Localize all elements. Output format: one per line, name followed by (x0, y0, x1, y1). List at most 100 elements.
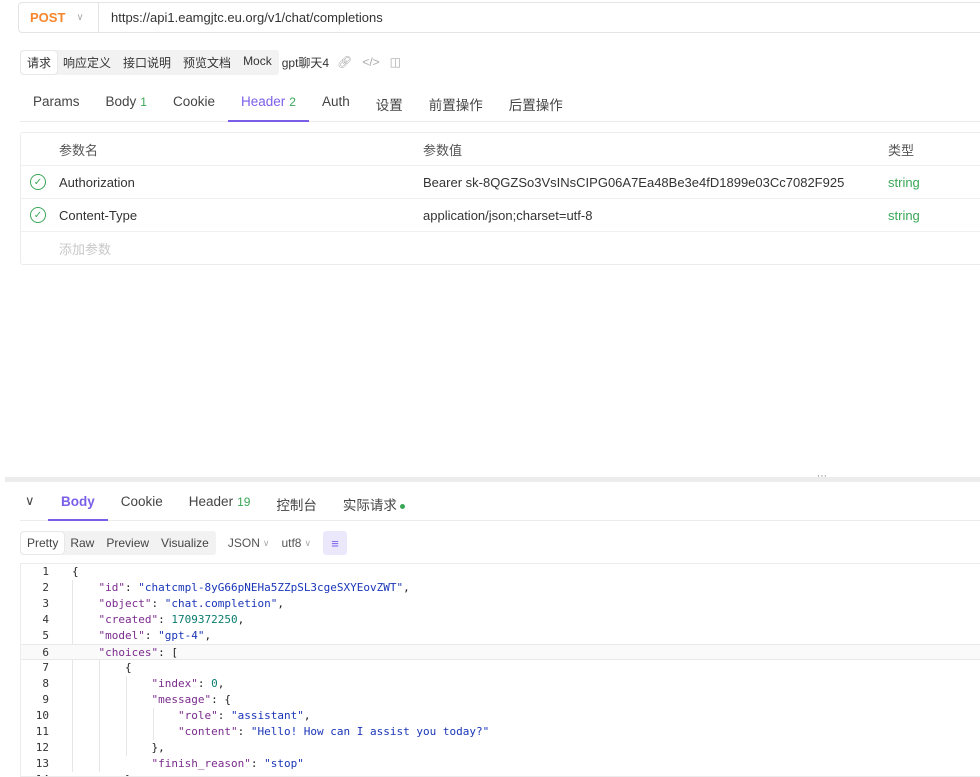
code-text: { (72, 661, 132, 674)
panel-divider[interactable] (5, 477, 980, 482)
code-text: "choices": [ (98, 646, 178, 659)
tab-label: Cookie (172, 94, 216, 109)
view-pretty[interactable]: Pretty (21, 532, 65, 554)
line-number: 5 (42, 629, 49, 642)
line-number: 6 (42, 646, 49, 659)
code-text: }, (72, 741, 165, 754)
enabled-check-icon[interactable]: ✓ (30, 174, 46, 190)
segment-api-description[interactable]: 接口说明 (117, 51, 177, 74)
encoding-select[interactable]: utf8 ∨ (281, 536, 311, 550)
segment-mock[interactable]: Mock (237, 51, 278, 74)
url-bar: POST ∨ https://api1.eamgjtc.eu.org/v1/ch… (18, 2, 980, 33)
code-icon[interactable]: </> (362, 55, 379, 69)
code-line: 12 }, (21, 740, 980, 756)
code-line: 13 "finish_reason": "stop" (21, 756, 980, 772)
panel-icon[interactable]: ◫ (390, 55, 401, 69)
code-text: "content": "Hello! How can I assist you … (177, 725, 490, 738)
code-line: 6 "choices": [ (21, 644, 980, 660)
api-title[interactable]: gpt聊天4 (282, 54, 329, 71)
add-param-row: 添加参数 (21, 232, 980, 265)
code-text: { (72, 565, 79, 578)
tab-body[interactable]: Body 1 (93, 85, 160, 121)
tab-label: Body (105, 94, 137, 109)
tab-response-header[interactable]: Header 19 (176, 485, 264, 521)
tab-post-operations[interactable]: 后置操作 (496, 85, 576, 121)
view-preview[interactable]: Preview (100, 532, 155, 554)
enabled-check-icon[interactable]: ✓ (30, 207, 46, 223)
collapse-chevron-icon[interactable]: ∨ (20, 485, 48, 509)
tab-response-cookie[interactable]: Cookie (108, 485, 176, 521)
param-type[interactable]: string (888, 208, 920, 223)
tab-header[interactable]: Header 2 (228, 85, 309, 122)
tab-label: Cookie (120, 494, 163, 509)
url-input[interactable]: https://api1.eamgjtc.eu.org/v1/chat/comp… (99, 10, 383, 25)
line-number: 1 (42, 565, 49, 578)
line-number: 13 (35, 757, 49, 770)
line-number: 4 (42, 613, 49, 626)
code-text: "created": 1709372250, (98, 613, 245, 626)
tab-label: 控制台 (276, 498, 317, 513)
param-value[interactable]: application/json;charset=utf-8 (423, 208, 592, 223)
method-label: POST (30, 10, 66, 25)
response-code-editor[interactable]: 1{2 "id": "chatcmpl-8yG66pNEHa5ZZpSL3cge… (20, 563, 980, 777)
view-visualize[interactable]: Visualize (155, 532, 215, 554)
code-line: 3 "object": "chat.completion", (21, 596, 980, 612)
param-name[interactable]: Authorization (59, 175, 135, 190)
subbar-icons: 🔗︎ </> ◫ (337, 55, 401, 69)
tab-label: Header (188, 494, 234, 509)
format-label: JSON (227, 536, 260, 550)
param-name[interactable]: Content-Type (59, 208, 137, 223)
line-number: 10 (35, 709, 49, 722)
tab-auth[interactable]: Auth (309, 85, 363, 121)
param-value[interactable]: Bearer sk-8QGZSo3VsINsCIPG06A7Ea48Be3e4f… (423, 175, 844, 190)
column-header-type: 类型 (888, 142, 915, 158)
param-type[interactable]: string (888, 175, 920, 190)
table-header-row: 参数名 参数值 类型 (21, 133, 980, 166)
line-number: 2 (42, 581, 49, 594)
tab-label: 前置操作 (428, 98, 483, 113)
code-text: "model": "gpt-4", (98, 629, 212, 642)
request-subbar: 请求 响应定义 接口说明 预览文档 Mock gpt聊天4 🔗︎ </> ◫ (20, 49, 401, 75)
code-line: 1{ (21, 564, 980, 580)
chevron-down-icon: ∨ (262, 537, 270, 548)
tab-actual-request[interactable]: 实际请求 (330, 485, 418, 521)
request-tabs: Params Body 1 Cookie Header 2 Auth 设置 前置操作… (20, 85, 980, 122)
view-raw[interactable]: Raw (64, 532, 100, 554)
code-text: "index": 0, (151, 677, 225, 690)
code-text: "id": "chatcmpl-8yG66pNEHa5ZZpSL3cgeSXYE… (98, 581, 410, 594)
line-number: 9 (42, 693, 49, 706)
line-number: 12 (35, 741, 49, 754)
code-line: 2 "id": "chatcmpl-8yG66pNEHa5ZZpSL3cgeSX… (21, 580, 980, 596)
segment-response-definition[interactable]: 响应定义 (57, 51, 117, 74)
method-select[interactable]: POST ∨ (19, 3, 99, 32)
tab-label: Body (61, 494, 95, 509)
column-header-value: 参数值 (423, 142, 463, 158)
tab-pre-operations[interactable]: 前置操作 (416, 85, 496, 121)
tab-label: Auth (321, 94, 350, 109)
link-icon[interactable]: 🔗︎ (337, 55, 352, 69)
code-line: 7 { (21, 660, 980, 676)
code-text: } (72, 772, 132, 776)
format-select[interactable]: JSON ∨ (228, 536, 270, 550)
add-param-input[interactable]: 添加参数 (59, 239, 111, 258)
word-wrap-icon[interactable]: ≡ (323, 531, 348, 555)
line-number: 11 (35, 725, 49, 738)
code-line: 11 "content": "Hello! How can I assist y… (21, 724, 980, 740)
chevron-down-icon: ∨ (304, 537, 312, 548)
table-row: ✓ Content-Type application/json;charset=… (21, 199, 980, 232)
tab-count: 19 (237, 495, 251, 509)
segment-preview-doc[interactable]: 预览文档 (177, 51, 237, 74)
tab-cookie[interactable]: Cookie (160, 85, 228, 121)
resize-handle-icon[interactable]: ⋯ (817, 471, 828, 482)
code-line: 9 "message": { (21, 692, 980, 708)
segment-request[interactable]: 请求 (21, 50, 58, 74)
response-toolbar: Pretty Raw Preview Visualize JSON ∨ utf8… (20, 530, 348, 556)
tab-label: 后置操作 (508, 98, 563, 113)
tab-response-body[interactable]: Body (48, 485, 108, 521)
tab-console[interactable]: 控制台 (263, 485, 330, 521)
tab-params[interactable]: Params (20, 85, 93, 121)
line-number: 14 (21, 772, 49, 776)
code-line: 4 "created": 1709372250, (21, 612, 980, 628)
code-line: 10 "role": "assistant", (21, 708, 980, 724)
tab-settings[interactable]: 设置 (363, 85, 416, 121)
